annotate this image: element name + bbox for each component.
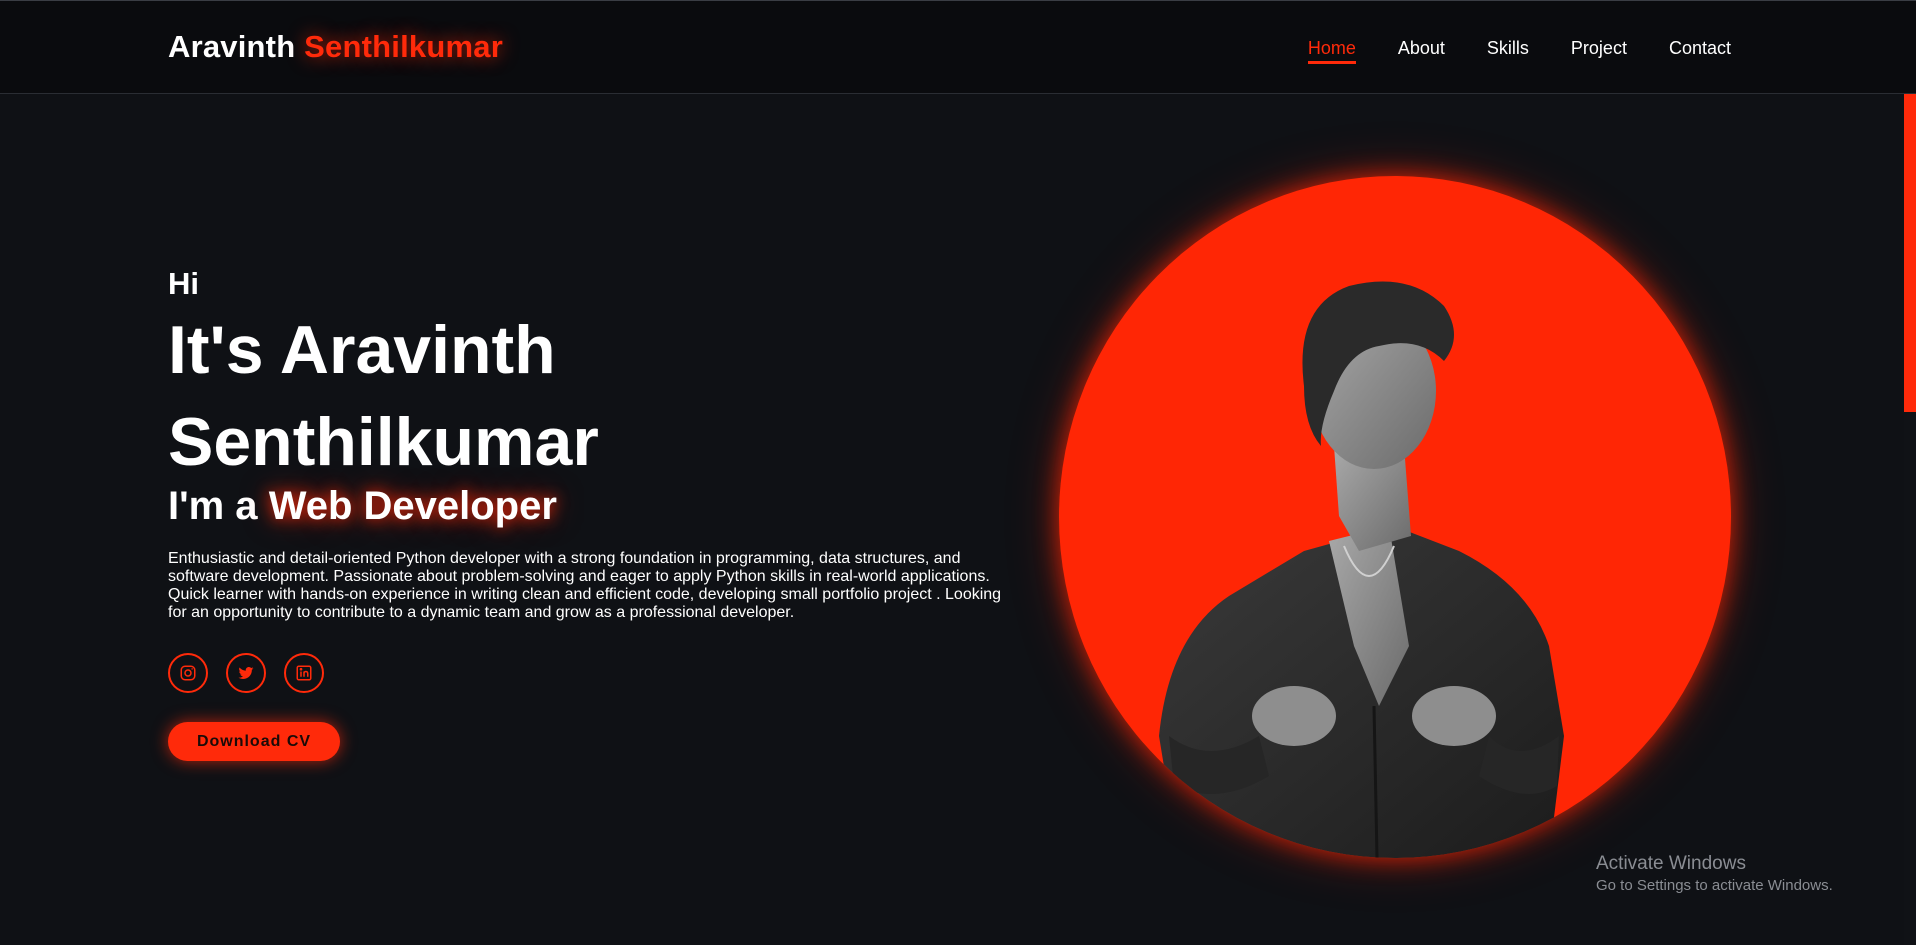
logo-last-name: Senthilkumar	[304, 29, 503, 64]
scrollbar-thumb[interactable]	[1904, 94, 1916, 412]
hero-name-line1: It's Aravinth	[168, 312, 556, 388]
hero-section: Hi It's Aravinth Senthilkumar I'm a Web …	[168, 266, 1013, 761]
nav-skills[interactable]: Skills	[1487, 38, 1529, 64]
main-nav: Home About Skills Project Contact	[1307, 38, 1731, 64]
person-photo	[1159, 281, 1564, 858]
hero-greeting: Hi	[168, 266, 199, 301]
windows-activation-watermark: Activate Windows Go to Settings to activ…	[1596, 852, 1833, 896]
twitter-link[interactable]	[226, 653, 266, 693]
instagram-link[interactable]	[168, 653, 208, 693]
download-cv-button[interactable]: Download CV	[168, 722, 340, 761]
nav-contact[interactable]: Contact	[1669, 38, 1731, 64]
hero-name-line2: Senthilkumar	[168, 404, 599, 480]
twitter-icon	[238, 666, 254, 679]
role-title: Web Developer	[268, 484, 557, 528]
instagram-icon	[180, 665, 196, 681]
watermark-title: Activate Windows	[1596, 853, 1746, 874]
role-prefix: I'm a	[168, 484, 258, 528]
nav-project[interactable]: Project	[1571, 38, 1627, 64]
nav-about[interactable]: About	[1398, 38, 1445, 64]
social-links	[168, 653, 1013, 693]
page-scrollbar[interactable]	[1904, 94, 1916, 945]
profile-portrait	[1059, 176, 1731, 858]
linkedin-link[interactable]	[284, 653, 324, 693]
hero-name: It's Aravinth Senthilkumar	[168, 304, 1013, 488]
site-header: Aravinth Senthilkumar Home About Skills …	[0, 1, 1916, 94]
site-logo[interactable]: Aravinth Senthilkumar	[168, 29, 503, 65]
nav-home[interactable]: Home	[1307, 38, 1356, 64]
linkedin-icon	[296, 665, 312, 681]
hero-role: I'm a Web Developer	[168, 482, 1013, 530]
watermark-subtitle: Go to Settings to activate Windows.	[1596, 877, 1833, 894]
logo-first-name: Aravinth	[168, 29, 296, 64]
hero-bio: Enthusiastic and detail-oriented Python …	[168, 550, 1002, 621]
